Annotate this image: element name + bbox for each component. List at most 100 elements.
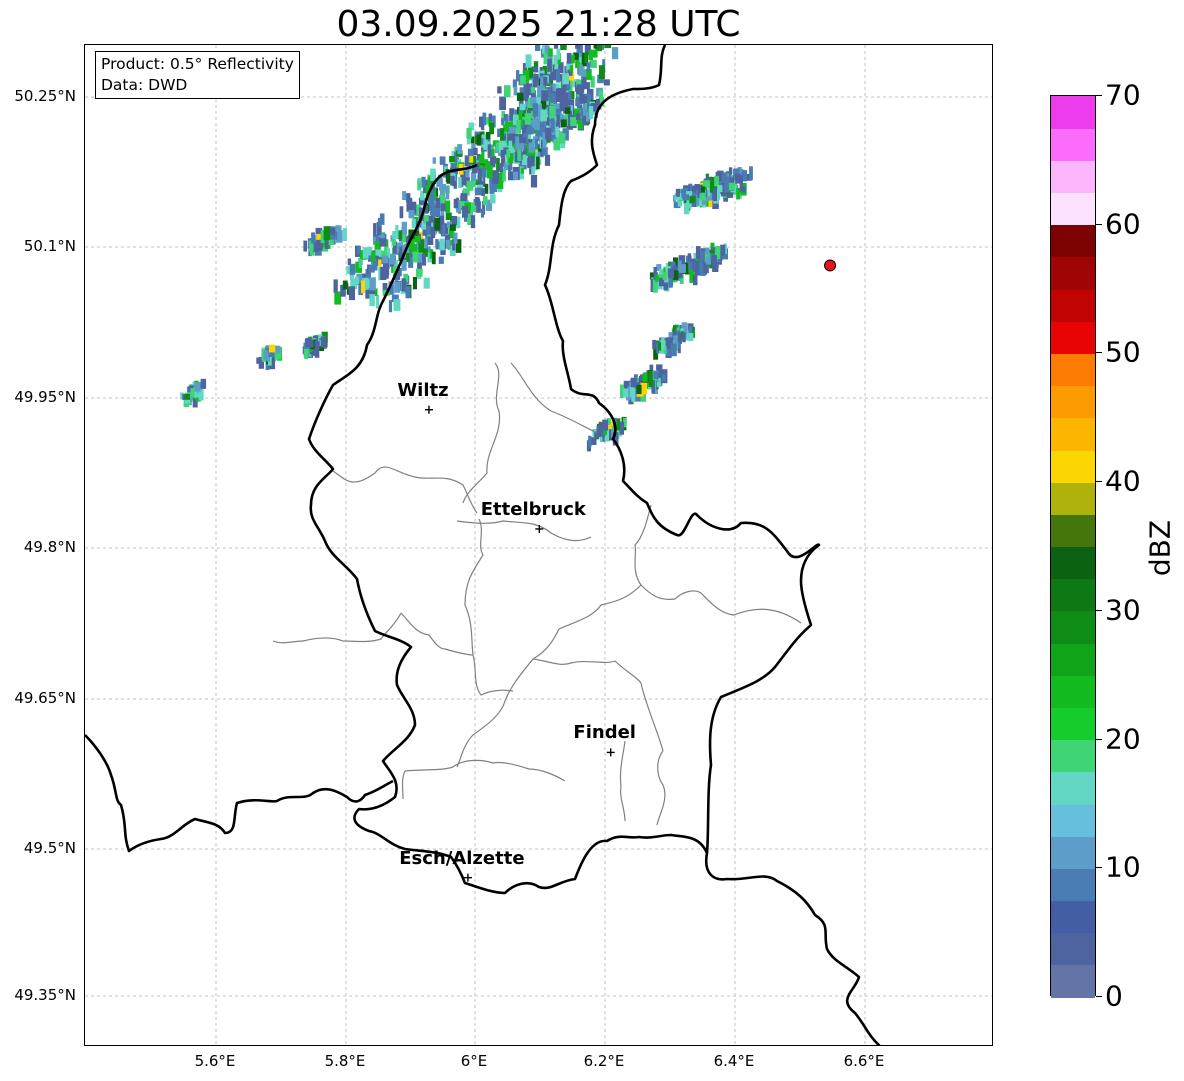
echo-cell (670, 343, 677, 357)
echo-cell (661, 337, 665, 351)
echo-cell (630, 377, 637, 389)
echo-cell (739, 175, 743, 190)
city-markers (424, 405, 615, 882)
echo-cell (333, 279, 338, 293)
echo-cell (678, 264, 686, 273)
colorbar-bin (1051, 964, 1095, 998)
echo-cell (483, 139, 488, 151)
echo-cell (401, 278, 406, 292)
lon-tick-label: 5.6°E (194, 1052, 236, 1070)
colorbar-bin (1051, 224, 1095, 258)
echo-cell (412, 276, 417, 290)
echo-cell (415, 268, 423, 277)
echo-cell (588, 106, 594, 120)
echo-cell (575, 45, 581, 49)
echo-cell (368, 265, 375, 273)
city-label: Findel (573, 722, 636, 744)
echo-cell (474, 187, 482, 196)
product-label: Product: 0.5° Reflectivity (101, 55, 294, 73)
echo-cell (304, 348, 309, 360)
map-title: 03.09.2025 21:28 UTC (336, 4, 741, 45)
echo-cell (500, 128, 505, 141)
lat-tick-label: 50.1°N (23, 237, 76, 255)
echo-cell (499, 96, 506, 111)
echo-cell (275, 345, 281, 354)
echo-cell (702, 180, 710, 188)
lat-tick-label: 49.65°N (14, 689, 76, 707)
echo-cell (711, 254, 717, 265)
echo-cell (490, 156, 497, 164)
echo-cell (399, 206, 404, 219)
radar-map[interactable]: Product: 0.5° Reflectivity Data: DWD Wil… (84, 44, 993, 1046)
echo-cell (329, 228, 336, 235)
echo-cell (602, 419, 608, 431)
echo-cell (532, 103, 538, 117)
colorbar-bin (1051, 900, 1095, 934)
echo-cell (269, 344, 276, 353)
echo-cell (395, 225, 399, 239)
echo-cell (320, 230, 325, 244)
echo-cell (334, 291, 342, 305)
echo-cell (466, 127, 472, 139)
echo-cell (362, 247, 369, 259)
echo-cell (497, 86, 502, 94)
echo-cell (342, 228, 347, 241)
echo-cell (516, 92, 524, 101)
echo-cell (581, 69, 586, 77)
echo-cell (701, 186, 705, 193)
echo-cell (314, 344, 320, 358)
echo-cell (376, 294, 379, 309)
echo-cell (439, 156, 446, 165)
echo-cell (421, 223, 427, 230)
echo-cell (568, 92, 572, 100)
echo-cell (406, 193, 411, 203)
echo-cell (530, 174, 538, 188)
echo-cell (358, 258, 363, 269)
echo-cell (498, 163, 503, 173)
echo-cell (695, 246, 701, 258)
lat-tick-label: 49.35°N (14, 986, 76, 1004)
echo-cell (569, 65, 574, 73)
echo-cell (377, 217, 382, 227)
echo-cell (699, 193, 706, 201)
city-label: Ettelbruck (480, 498, 586, 520)
echo-cell (516, 70, 520, 82)
echo-cell (458, 177, 462, 188)
colorbar-bin (1051, 289, 1095, 322)
echo-cell (513, 86, 518, 96)
colorbar-bin (1051, 514, 1095, 548)
colorbar-bin (1051, 128, 1095, 161)
echo-cell (375, 249, 382, 256)
echo-cell (623, 388, 629, 398)
city-label: Wiltz (397, 379, 449, 401)
colorbar-bin (1051, 868, 1095, 902)
echo-cell (570, 117, 577, 126)
info-box: Product: 0.5° Reflectivity Data: DWD (95, 51, 300, 99)
echo-cell (662, 374, 666, 381)
echo-cell (320, 336, 327, 348)
echo-cell (453, 232, 458, 244)
echo-cell (549, 93, 556, 103)
colorbar-bin (1051, 385, 1095, 419)
echo-cell (591, 49, 598, 58)
echo-cell (417, 180, 421, 190)
colorbar-bin (1051, 546, 1095, 580)
echo-cell (504, 85, 511, 98)
colorbar-bin (1051, 643, 1095, 676)
colorbar-bin (1051, 160, 1095, 194)
echo-cell (530, 86, 535, 94)
echo-cell (556, 114, 561, 129)
echo-cell (588, 435, 592, 447)
echo-cell (500, 149, 505, 158)
colorbar-tick-label: 50 (1105, 335, 1141, 369)
echo-cell (379, 238, 387, 247)
echo-cell (714, 176, 719, 187)
echo-cell (586, 62, 591, 72)
echo-cell (673, 335, 679, 345)
echo-cell (469, 155, 474, 163)
echo-cell (593, 45, 598, 49)
echo-cell (200, 378, 207, 389)
echo-cell (544, 154, 551, 166)
echo-cell (655, 274, 659, 282)
city-marker (535, 524, 544, 533)
